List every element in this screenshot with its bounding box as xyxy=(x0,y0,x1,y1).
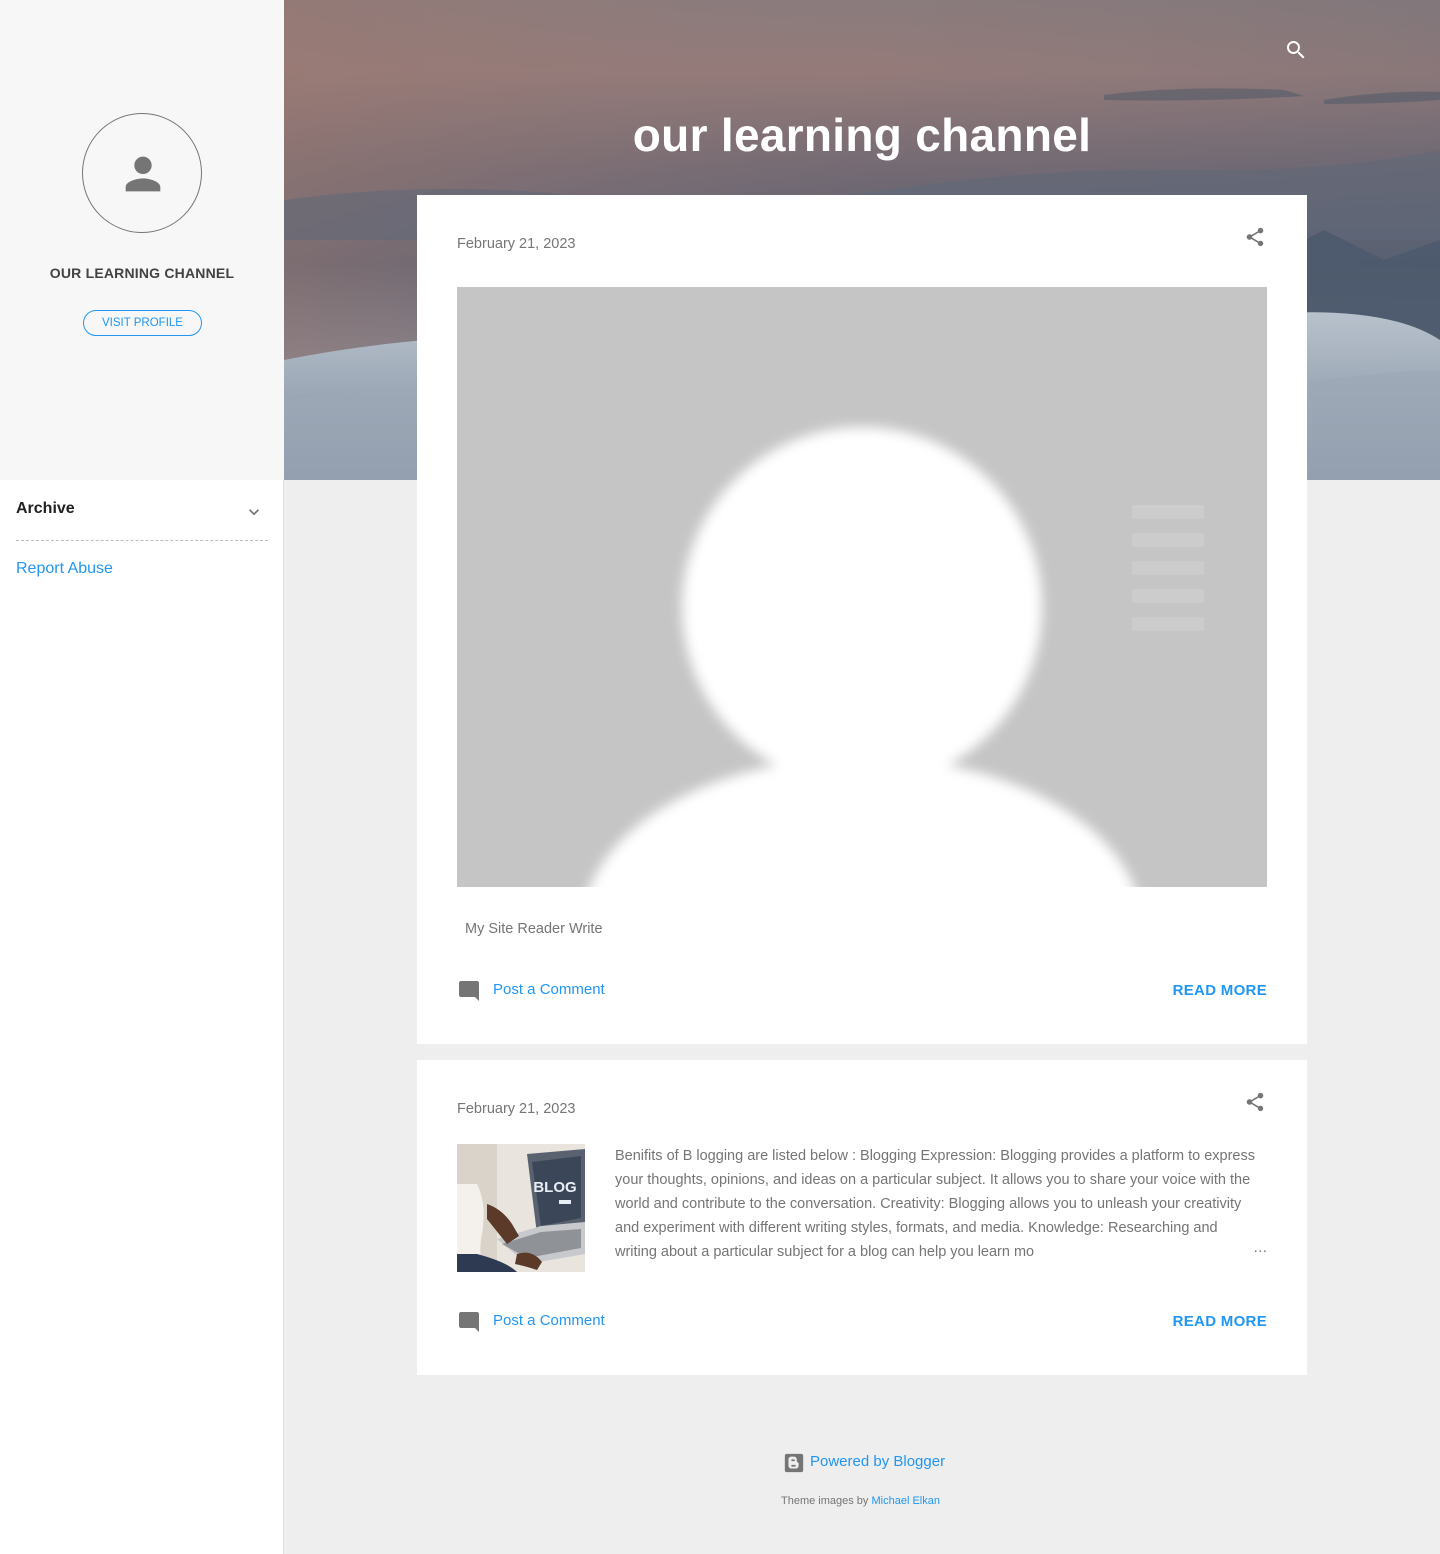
read-more-link[interactable]: READ MORE xyxy=(1173,982,1267,999)
svg-text:BLOG: BLOG xyxy=(533,1179,576,1196)
post-comment-label: Post a Comment xyxy=(493,981,605,998)
report-abuse-link[interactable]: Report Abuse xyxy=(16,560,113,578)
post-featured-image[interactable] xyxy=(457,287,1267,887)
chevron-down-icon[interactable] xyxy=(244,502,264,522)
person-icon xyxy=(125,156,161,192)
snippet-fade xyxy=(1177,1240,1253,1264)
theme-credit: Theme images by Michael Elkan xyxy=(781,1495,940,1507)
theme-author-link[interactable]: Michael Elkan xyxy=(871,1495,939,1507)
visit-profile-button[interactable]: VISIT PROFILE xyxy=(83,310,202,336)
blogger-logo-icon xyxy=(784,1453,804,1473)
comment-icon xyxy=(459,981,479,1001)
post-snippet[interactable]: Benifits of B logging are listed below :… xyxy=(615,1144,1255,1264)
read-more-link[interactable]: READ MORE xyxy=(1173,1313,1267,1330)
post-date[interactable]: February 21, 2023 xyxy=(457,1101,576,1117)
comment-icon xyxy=(459,1312,479,1332)
profile-avatar[interactable] xyxy=(82,113,202,233)
theme-credit-prefix: Theme images by xyxy=(781,1495,872,1507)
sidebar: OUR LEARNING CHANNEL VISIT PROFILE Archi… xyxy=(0,0,284,1554)
profile-panel: OUR LEARNING CHANNEL VISIT PROFILE xyxy=(0,0,284,480)
share-icon[interactable] xyxy=(1244,1090,1266,1114)
snippet-ellipsis: … xyxy=(1253,1240,1268,1256)
archive-widget[interactable]: Archive xyxy=(16,496,268,541)
post-comment-label: Post a Comment xyxy=(493,1312,605,1329)
post-date[interactable]: February 21, 2023 xyxy=(457,236,576,252)
post-card: February 21, 2023 BLOG Benifits of B log… xyxy=(417,1060,1307,1375)
placeholder-person-image xyxy=(457,287,1267,887)
search-icon[interactable] xyxy=(1284,38,1308,62)
profile-name[interactable]: OUR LEARNING CHANNEL xyxy=(0,265,284,281)
share-icon[interactable] xyxy=(1244,225,1266,249)
powered-by-label: Powered by Blogger xyxy=(810,1453,946,1470)
archive-label: Archive xyxy=(16,500,75,517)
laptop-blog-photo: BLOG xyxy=(457,1144,585,1272)
post-thumbnail[interactable]: BLOG xyxy=(457,1144,585,1272)
blog-title[interactable]: our learning channel xyxy=(284,108,1440,162)
post-card: February 21, 2023 My Site Reader Write P… xyxy=(417,195,1307,1044)
post-snippet[interactable]: My Site Reader Write xyxy=(465,917,603,941)
